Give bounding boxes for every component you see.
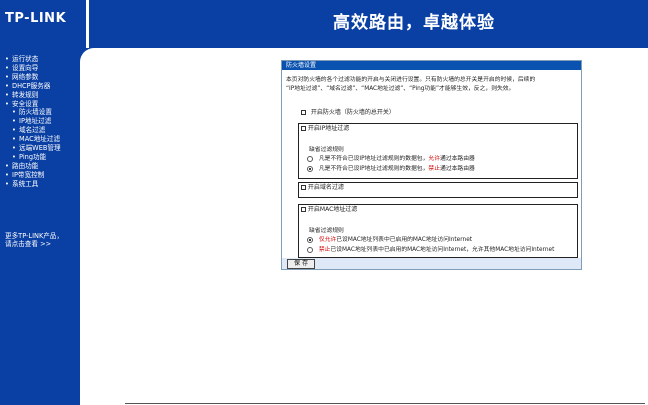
ip-allow-option[interactable]: 凡是不符合已设IP地址过滤规则的数据包，允许通过本路由器 [307, 153, 475, 162]
sidebar-item-label: 安全设置 [12, 99, 39, 108]
sidebar-item[interactable]: • IP地址过滤 [5, 117, 81, 126]
bullet-icon: • [5, 161, 9, 170]
ip-allow-radio[interactable] [307, 155, 313, 162]
sidebar-menu: • 运行状态 • 设置向导 • 网络参数 • DHCP服务器 • 转发规则 • 安全设置 • 防火墙设置 •… [5, 55, 81, 189]
sidebar-item-label: 域名过滤 [19, 126, 46, 135]
sidebar-item-label: 网络参数 [12, 72, 39, 81]
domain-filter-checkbox[interactable] [301, 185, 306, 190]
domain-filter-section: 开启域名过滤 [298, 182, 578, 198]
save-bar: 保 存 [282, 258, 581, 269]
ip-deny-radio[interactable] [307, 165, 313, 172]
sidebar-item[interactable]: • 运行状态 [5, 55, 81, 64]
sidebar-item[interactable]: • 转发规则 [5, 91, 81, 100]
bullet-icon: • [5, 81, 9, 90]
bottom-divider [125, 403, 645, 404]
more-products-link[interactable]: 更多TP-LINK产品， 请点击查看 >> [5, 232, 63, 248]
bullet-icon: • [12, 144, 16, 153]
mac-deny-option[interactable]: 禁止已设MAC地址列表中已启用的MAC地址访问Internet，允许其他MAC地… [307, 244, 554, 253]
firewall-master-toggle[interactable]: 开启防火墙（防火墙的总开关） [301, 107, 395, 116]
more-products-line1: 更多TP-LINK产品， [5, 232, 64, 240]
sidebar-item[interactable]: • 设置向导 [5, 64, 81, 73]
bullet-icon: • [5, 72, 9, 81]
domain-filter-label: 开启域名过滤 [307, 184, 344, 191]
ip-filter-section: 开启IP地址过滤 缺省过滤规则 凡是不符合已设IP地址过滤规则的数据包，允许通过… [298, 123, 578, 179]
sidebar-item[interactable]: • 系统工具 [5, 180, 81, 189]
mac-filter-label: 开启MAC地址过滤 [307, 206, 358, 213]
sidebar-item-label: Ping功能 [19, 152, 47, 161]
description-line2: “IP地址过滤”、“域名过滤”、“MAC地址过滤”、“Ping功能”才能够生效，… [286, 86, 515, 92]
bullet-icon: • [5, 63, 9, 72]
ip-filter-label: 开启IP地址过滤 [307, 125, 350, 132]
mac-deny-radio[interactable] [307, 246, 313, 253]
sidebar-item[interactable]: • IP带宽控制 [5, 171, 81, 180]
sidebar-item[interactable]: • 网络参数 [5, 73, 81, 82]
firewall-master-checkbox[interactable] [301, 110, 306, 115]
sidebar-item[interactable]: • DHCP服务器 [5, 82, 81, 91]
mac-deny-text-red: 禁止 [318, 247, 331, 253]
mac-filter-section: 开启MAC地址过滤 缺省过滤规则 仅允许已设MAC地址列表中已启用的MAC地址访… [298, 204, 578, 258]
save-button[interactable]: 保 存 [287, 259, 315, 269]
sidebar-item-label: IP地址过滤 [19, 117, 52, 126]
header-slogan: 高效路由，卓越体验 [333, 13, 495, 33]
panel-description: 本页对防火墙的各个过滤功能的开启与关闭进行设置。只有防火墙的总开关是开启的时候，… [286, 76, 577, 94]
panel-title: 防火墙设置 [282, 61, 581, 70]
header-bar: TP-LINK 高效路由，卓越体验 [0, 0, 648, 48]
sidebar-item-label: 转发规则 [12, 90, 39, 99]
sidebar-item[interactable]: • 路由功能 [5, 162, 81, 171]
bullet-icon: • [5, 99, 9, 108]
mac-rule-title: 缺省过滤规则 [309, 228, 344, 234]
mac-deny-text-post: 已设MAC地址列表中已启用的MAC地址访问Internet，允许其他MAC地址访… [330, 247, 555, 253]
sidebar-item-label: 运行状态 [12, 55, 39, 63]
ip-rule-title: 缺省过滤规则 [309, 147, 344, 153]
sidebar-item-label: IP带宽控制 [12, 170, 45, 179]
ip-deny-text-post: 通过本路由器 [440, 166, 475, 172]
sidebar-item[interactable]: • 远端WEB管理 [5, 144, 81, 153]
sidebar-item-label: 防火墙设置 [19, 108, 52, 117]
tp-link-logo: TP-LINK [5, 11, 67, 26]
bullet-icon: • [12, 126, 16, 135]
sidebar-item[interactable]: • 域名过滤 [5, 126, 81, 135]
bullet-icon: • [12, 152, 16, 161]
sidebar-item-label: 系统工具 [12, 179, 39, 188]
mac-allow-radio[interactable] [307, 236, 313, 243]
ip-filter-checkbox[interactable] [301, 126, 306, 131]
sidebar-item[interactable]: • 防火墙设置 [5, 108, 81, 117]
ip-allow-text-pre: 凡是不符合已设IP地址过滤规则的数据包， [318, 156, 429, 162]
firewall-master-label: 开启防火墙（防火墙的总开关） [310, 109, 395, 116]
description-line1: 本页对防火墙的各个过滤功能的开启与关闭进行设置。只有防火墙的总开关是开启的时候，… [286, 77, 536, 83]
sidebar-item-label: 设置向导 [12, 63, 39, 72]
mac-allow-option[interactable]: 仅允许已设MAC地址列表中已启用的MAC地址访问Internet [307, 234, 472, 243]
ip-deny-option[interactable]: 凡是不符合已设IP地址过滤规则的数据包，禁止通过本路由器 [307, 163, 475, 172]
bullet-icon: • [5, 179, 9, 188]
bullet-icon: • [12, 108, 16, 117]
firewall-panel: 防火墙设置 本页对防火墙的各个过滤功能的开启与关闭进行设置。只有防火墙的总开关是… [281, 60, 582, 270]
ip-allow-text-red: 允许 [428, 156, 441, 162]
bullet-icon: • [5, 90, 9, 99]
header-divider [86, 0, 89, 48]
ip-allow-text-post: 通过本路由器 [440, 156, 475, 162]
bullet-icon: • [5, 170, 9, 179]
bullet-icon: • [5, 55, 9, 63]
sidebar-item-label: MAC地址过滤 [19, 135, 61, 144]
ip-deny-text-red: 禁止 [428, 166, 441, 172]
ip-deny-text-pre: 凡是不符合已设IP地址过滤规则的数据包， [318, 166, 429, 172]
sidebar-item-label: 远端WEB管理 [19, 144, 61, 153]
bullet-icon: • [12, 135, 16, 144]
sidebar-item-label: 路由功能 [12, 161, 39, 170]
mac-filter-checkbox[interactable] [301, 207, 306, 212]
bullet-icon: • [12, 117, 16, 126]
mac-allow-text-red: 仅允许 [318, 237, 337, 243]
mac-allow-text-post: 已设MAC地址列表中已启用的MAC地址访问Internet [336, 237, 473, 243]
sidebar-item[interactable]: • MAC地址过滤 [5, 135, 81, 144]
sidebar-item-label: DHCP服务器 [12, 81, 51, 90]
more-products-line2: 请点击查看 >> [5, 240, 52, 248]
sidebar-item[interactable]: • Ping功能 [5, 153, 81, 162]
